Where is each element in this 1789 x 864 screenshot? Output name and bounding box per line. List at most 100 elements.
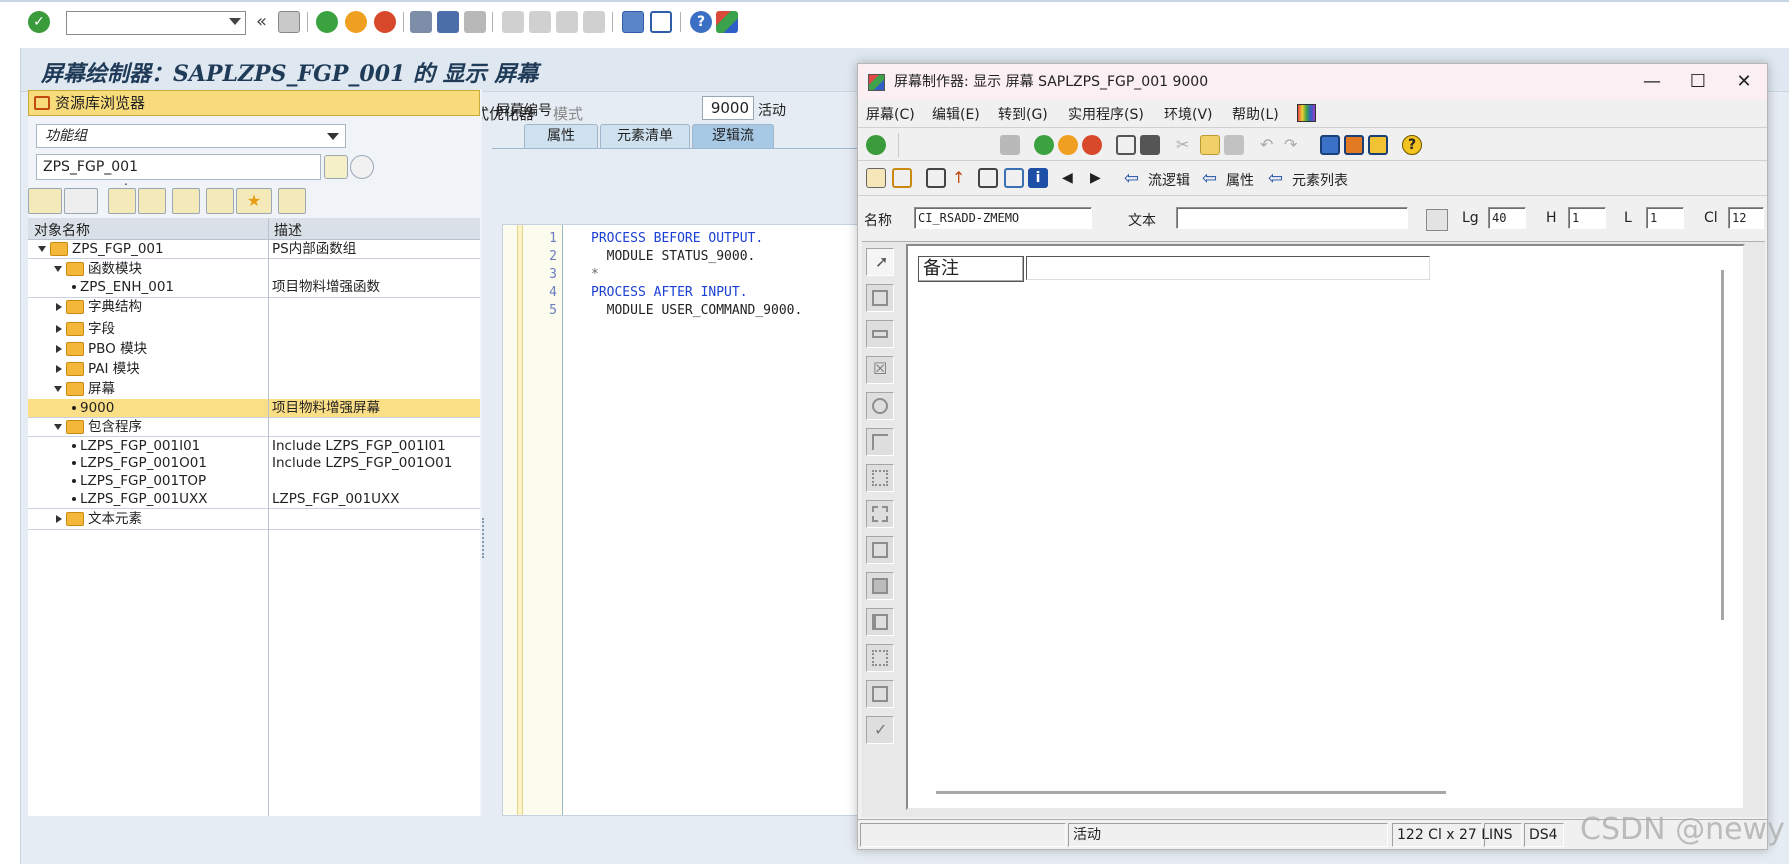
- layout-transfer-icon[interactable]: [1004, 168, 1024, 188]
- find-next-icon[interactable]: [464, 11, 486, 33]
- tab-element-list[interactable]: 元素清单: [600, 124, 690, 148]
- screen-number-field[interactable]: 9000: [702, 96, 754, 120]
- name-field[interactable]: CI_RSADD-ZMEMO: [914, 207, 1092, 229]
- object-name-input[interactable]: ZPS_FGP_001: [36, 154, 321, 180]
- hierarchy-icon[interactable]: [926, 168, 946, 188]
- find-object-icon[interactable]: [172, 188, 200, 214]
- shortcut-icon[interactable]: [650, 11, 672, 33]
- object-type-select[interactable]: 功能组: [36, 124, 346, 148]
- box-tool-icon[interactable]: [866, 536, 894, 564]
- refresh-icon[interactable]: [278, 188, 306, 214]
- check-icon[interactable]: ✓: [28, 11, 50, 33]
- menu-screen[interactable]: 屏幕(C): [866, 104, 915, 124]
- info-icon[interactable]: i: [1028, 168, 1048, 188]
- text-field-tool-icon[interactable]: [866, 284, 894, 312]
- new-session-icon[interactable]: [622, 11, 644, 33]
- back-icon[interactable]: [316, 11, 338, 33]
- subscreen-tool-icon[interactable]: [866, 572, 894, 600]
- pointer-tool-icon[interactable]: ➚: [866, 248, 894, 276]
- object-hierarchy-icon[interactable]: [206, 188, 234, 214]
- tree-row[interactable]: 字典结构: [28, 298, 480, 316]
- splitter-handle[interactable]: [482, 518, 486, 558]
- column-divider[interactable]: [268, 218, 269, 816]
- chevron-down-icon[interactable]: [229, 18, 241, 25]
- checkbox-tool-icon[interactable]: ☒: [866, 356, 894, 384]
- screen-canvas[interactable]: 备注: [906, 244, 1745, 810]
- expand-all-icon[interactable]: [108, 188, 136, 214]
- collapse-toggle-icon[interactable]: [56, 345, 62, 353]
- repository-browser-header[interactable]: 资源库浏览器: [28, 90, 480, 116]
- collapse-toggle-icon[interactable]: [56, 515, 62, 523]
- l-field[interactable]: 1: [1646, 207, 1684, 229]
- tree-row[interactable]: 包含程序: [28, 418, 480, 436]
- tabstrip-tool-icon[interactable]: [866, 464, 894, 492]
- menu-help[interactable]: 帮助(L): [1232, 104, 1279, 124]
- graphic-element-icon[interactable]: [1368, 135, 1388, 155]
- double-chevron-left-icon[interactable]: «: [256, 11, 267, 32]
- table-wizard-tool-icon[interactable]: [866, 644, 894, 672]
- help-icon[interactable]: ?: [1402, 135, 1422, 155]
- display-change-icon[interactable]: [892, 168, 912, 188]
- memo-input-field[interactable]: [1026, 256, 1430, 280]
- collapse-all-icon[interactable]: [138, 188, 166, 214]
- find-icon[interactable]: [437, 11, 459, 33]
- input-field-tool-icon[interactable]: [866, 320, 894, 348]
- element-list-button[interactable]: 元素列表: [1292, 170, 1348, 190]
- check-icon[interactable]: [866, 135, 886, 155]
- cut-icon[interactable]: ✂: [1176, 135, 1196, 155]
- save-icon[interactable]: [278, 11, 300, 33]
- cl-field[interactable]: 12: [1728, 207, 1764, 229]
- edit-mode-icon[interactable]: [866, 168, 886, 188]
- expand-toggle-icon[interactable]: [54, 424, 62, 430]
- menu-environment[interactable]: 环境(V): [1164, 104, 1213, 124]
- tree-row[interactable]: 屏幕: [28, 380, 480, 398]
- favorites-star-icon[interactable]: ★: [236, 188, 272, 214]
- redo-icon[interactable]: ↷: [1284, 135, 1304, 155]
- tree-row[interactable]: ZPS_FGP_001 PS内部函数组: [28, 240, 480, 258]
- status-icon-tool-icon[interactable]: ✓: [866, 716, 894, 744]
- dictionary-button-icon[interactable]: [1426, 209, 1448, 231]
- tab-attributes[interactable]: 属性: [524, 124, 598, 148]
- memo-label[interactable]: 备注: [918, 256, 1024, 282]
- tree-row[interactable]: 函数模块: [28, 260, 480, 278]
- collapse-toggle-icon[interactable]: [56, 325, 62, 333]
- print-icon[interactable]: [1116, 135, 1136, 155]
- customize-layout-icon[interactable]: [1297, 104, 1316, 122]
- tree-row[interactable]: LZPS_FGP_001UXX LZPS_FGP_001UXX: [28, 490, 480, 508]
- tree-row[interactable]: PBO 模块: [28, 340, 480, 358]
- expand-toggle-icon[interactable]: [54, 266, 62, 272]
- tree-row[interactable]: ZPS_ENH_001 项目物料增强函数: [28, 278, 480, 296]
- first-page-icon[interactable]: [502, 11, 524, 33]
- tabstrip-wizard-tool-icon[interactable]: [866, 500, 894, 528]
- other-object-button-icon[interactable]: [350, 155, 374, 179]
- dictionary-fields-icon[interactable]: [1320, 135, 1340, 155]
- menu-edit[interactable]: 编辑(E): [932, 104, 980, 124]
- collapse-toggle-icon[interactable]: [56, 303, 62, 311]
- program-fields-icon[interactable]: [1344, 135, 1364, 155]
- text-field[interactable]: [1176, 207, 1408, 229]
- undo-icon[interactable]: ↶: [1260, 135, 1280, 155]
- tree-row-selected[interactable]: 9000 项目物料增强屏幕: [28, 399, 480, 417]
- exit-icon[interactable]: [1058, 135, 1078, 155]
- radio-button-tool-icon[interactable]: [866, 392, 894, 420]
- code-editor[interactable]: 1 2 3 4 5 PROCESS BEFORE OUTPUT. MODULE …: [502, 224, 892, 816]
- tree-row[interactable]: 文本元素: [28, 510, 480, 528]
- command-field[interactable]: [66, 11, 246, 35]
- table-control-tool-icon[interactable]: [866, 608, 894, 636]
- menu-goto[interactable]: 转到(G): [998, 104, 1048, 124]
- paste-icon[interactable]: [1224, 135, 1244, 155]
- attributes-button[interactable]: 属性: [1226, 170, 1254, 190]
- menu-utilities[interactable]: 实用程序(S): [1068, 104, 1144, 124]
- last-page-icon[interactable]: [583, 11, 605, 33]
- exit-icon[interactable]: [345, 11, 367, 33]
- flow-logic-button[interactable]: 流逻辑: [1148, 170, 1190, 190]
- save-icon[interactable]: [1000, 135, 1020, 155]
- command-field[interactable]: [898, 133, 986, 157]
- tree-row[interactable]: LZPS_FGP_001I01 Include LZPS_FGP_001I01: [28, 437, 480, 455]
- print-icon[interactable]: [410, 11, 432, 33]
- next-page-icon[interactable]: [556, 11, 578, 33]
- tree-row[interactable]: PAI 模块: [28, 360, 480, 378]
- collapse-toggle-icon[interactable]: [56, 365, 62, 373]
- tree-row[interactable]: LZPS_FGP_001O01 Include LZPS_FGP_001O01: [28, 454, 480, 472]
- vertical-scrollbar[interactable]: [1721, 270, 1724, 620]
